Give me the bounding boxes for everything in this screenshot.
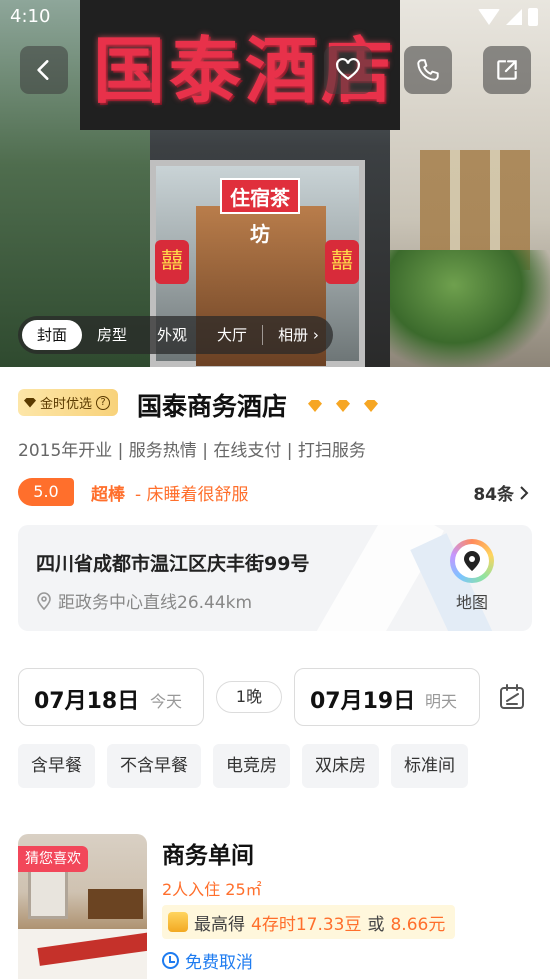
- chevron-right-icon: [520, 485, 529, 500]
- map-icon: [450, 539, 494, 583]
- nights-count: 1晚: [216, 681, 282, 713]
- photo-tabs: 封面 房型 外观 大厅 相册 ›: [18, 316, 333, 354]
- back-button[interactable]: [20, 46, 68, 94]
- review-count: 84条: [473, 485, 514, 505]
- diamond-icon: [24, 397, 36, 408]
- chevron-left-icon: [37, 60, 49, 80]
- checkout-date-picker[interactable]: 07月19日 明天: [294, 668, 480, 726]
- room-name[interactable]: 商务单间: [162, 836, 254, 870]
- score-description: - 床睡着很舒服: [135, 485, 249, 505]
- checkout-day: 明天: [425, 692, 458, 711]
- phone-icon: [417, 59, 439, 81]
- status-time: 4:10: [10, 6, 51, 27]
- free-cancel: 免费取消: [162, 948, 253, 973]
- distance-text: 距政务中心直线26.44km: [58, 593, 253, 613]
- call-button[interactable]: [404, 46, 452, 94]
- reward-prefix: 最高得: [194, 914, 245, 935]
- lantern-right: 囍: [325, 240, 359, 284]
- hotel-name: 国泰商务酒店: [137, 392, 288, 421]
- reward-banner: 最高得 4存时17.33豆或 8.66元: [162, 905, 456, 939]
- diamond-rating: [308, 400, 378, 412]
- diamond-rating-icon: [364, 400, 378, 412]
- checkout-date: 07月19日: [310, 689, 416, 714]
- tab-exterior[interactable]: 外观: [142, 320, 202, 350]
- reward-value: 4存时17.33豆: [251, 914, 362, 935]
- address-text: 四川省成都市温江区庆丰街99号: [36, 553, 310, 575]
- recommend-tag: 猜您喜欢: [18, 846, 88, 872]
- favorite-button[interactable]: [324, 46, 372, 94]
- reward-cash: 8.66元: [390, 914, 446, 935]
- distance-line: 距政务中心直线26.44km: [36, 588, 252, 613]
- share-button[interactable]: [483, 46, 531, 94]
- filter-chip[interactable]: 电竞房: [213, 744, 290, 788]
- clock-icon: [162, 952, 179, 969]
- hotel-tags: 2015年开业 | 服务热情 | 在线支付 | 打扫服务: [18, 441, 366, 461]
- wifi-icon: [478, 9, 500, 25]
- checkin-day: 今天: [150, 692, 183, 711]
- diamond-rating-icon: [336, 400, 350, 412]
- map-label: 地图: [455, 593, 488, 612]
- share-icon: [497, 60, 517, 80]
- coin-icon: [168, 912, 188, 932]
- reward-or: 或: [367, 914, 385, 935]
- cellular-icon: [506, 9, 522, 25]
- calendar-edit-icon[interactable]: [498, 683, 528, 711]
- door-sign: 住宿茶坊: [220, 178, 300, 246]
- free-cancel-label: 免费取消: [185, 953, 253, 973]
- tab-room-type[interactable]: 房型: [82, 320, 142, 350]
- checkin-date-picker[interactable]: 07月18日 今天: [18, 668, 204, 726]
- room-filters: 含早餐 不含早餐 电竞房 双床房 标准间: [18, 744, 468, 788]
- hero-photo[interactable]: 国泰酒店 住宿茶坊 囍 囍 4:10 封面 房型 外观 大厅 相册 ›: [0, 0, 550, 367]
- gold-select-badge[interactable]: 金时优选 ?: [18, 389, 119, 416]
- filter-chip[interactable]: 含早餐: [18, 744, 95, 788]
- tab-album[interactable]: 相册 ›: [263, 320, 329, 350]
- filter-chip[interactable]: 双床房: [302, 744, 379, 788]
- question-icon: ?: [96, 395, 111, 410]
- battery-icon: [528, 8, 538, 26]
- chevron-right-icon: ›: [312, 326, 319, 344]
- tab-cover[interactable]: 封面: [22, 320, 83, 350]
- address-card[interactable]: 四川省成都市温江区庆丰街99号 距政务中心直线26.44km 地图: [18, 525, 532, 631]
- filter-chip[interactable]: 不含早餐: [107, 744, 201, 788]
- heart-icon: [336, 57, 360, 81]
- status-icons: [478, 8, 538, 26]
- checkin-date: 07月18日: [34, 689, 140, 714]
- lantern-left: 囍: [155, 240, 189, 284]
- tab-lobby[interactable]: 大厅: [202, 320, 262, 350]
- diamond-rating-icon: [308, 400, 322, 412]
- badge-label: 金时优选: [40, 397, 93, 412]
- filter-chip[interactable]: 标准间: [391, 744, 468, 788]
- map-button[interactable]: 地图: [448, 539, 496, 613]
- score-word: 超棒: [91, 485, 125, 505]
- hero-plant: [390, 250, 550, 367]
- reviews-link[interactable]: 84条: [473, 480, 530, 505]
- room-occupancy: 2人入住 25㎡: [162, 880, 262, 899]
- tab-album-label: 相册: [278, 326, 309, 344]
- score-badge: 5.0: [18, 478, 74, 506]
- location-pin-icon: [37, 591, 51, 610]
